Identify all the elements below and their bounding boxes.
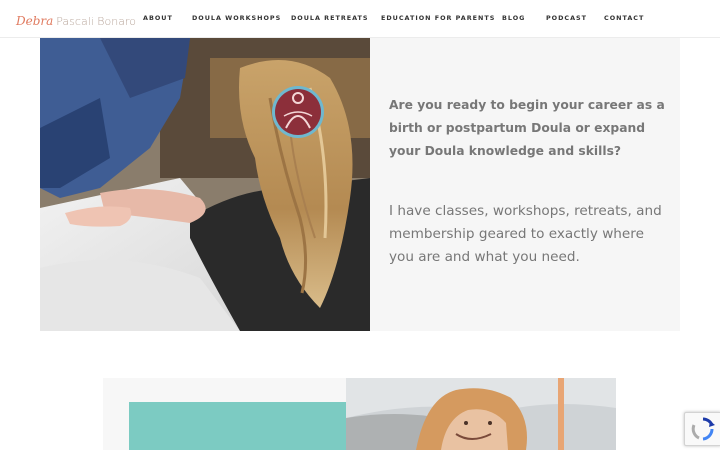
nav-contact[interactable]: CONTACT [604,14,644,22]
hero-paragraph: I have classes, workshops, retreats, and… [389,203,662,265]
nav-doula-workshops[interactable]: DOULA WORKSHOPS [192,14,281,22]
hero-question: Are you ready to begin your career as a … [389,98,665,158]
hero-photo [40,38,370,331]
nav-education-for-parents[interactable]: EDUCATION FOR PARENTS [381,14,495,22]
nav-podcast[interactable]: PODCAST [546,14,587,22]
nav-doula-retreats[interactable]: DOULA RETREATS [291,14,369,22]
recaptcha-badge[interactable] [684,412,720,446]
portrait-photo [346,378,616,450]
main-nav: ABOUT DOULA WORKSHOPS DOULA RETREATS EDU… [0,14,720,26]
hero-text-panel: Are you ready to begin your career as a … [370,38,680,331]
recaptcha-icon [691,417,715,441]
nav-about[interactable]: ABOUT [143,14,173,22]
nav-blog[interactable]: BLOG [502,14,525,22]
teal-accent-block [129,402,372,450]
site-header: Debra Pascali Bonaro ABOUT DOULA WORKSHOP… [0,0,720,38]
